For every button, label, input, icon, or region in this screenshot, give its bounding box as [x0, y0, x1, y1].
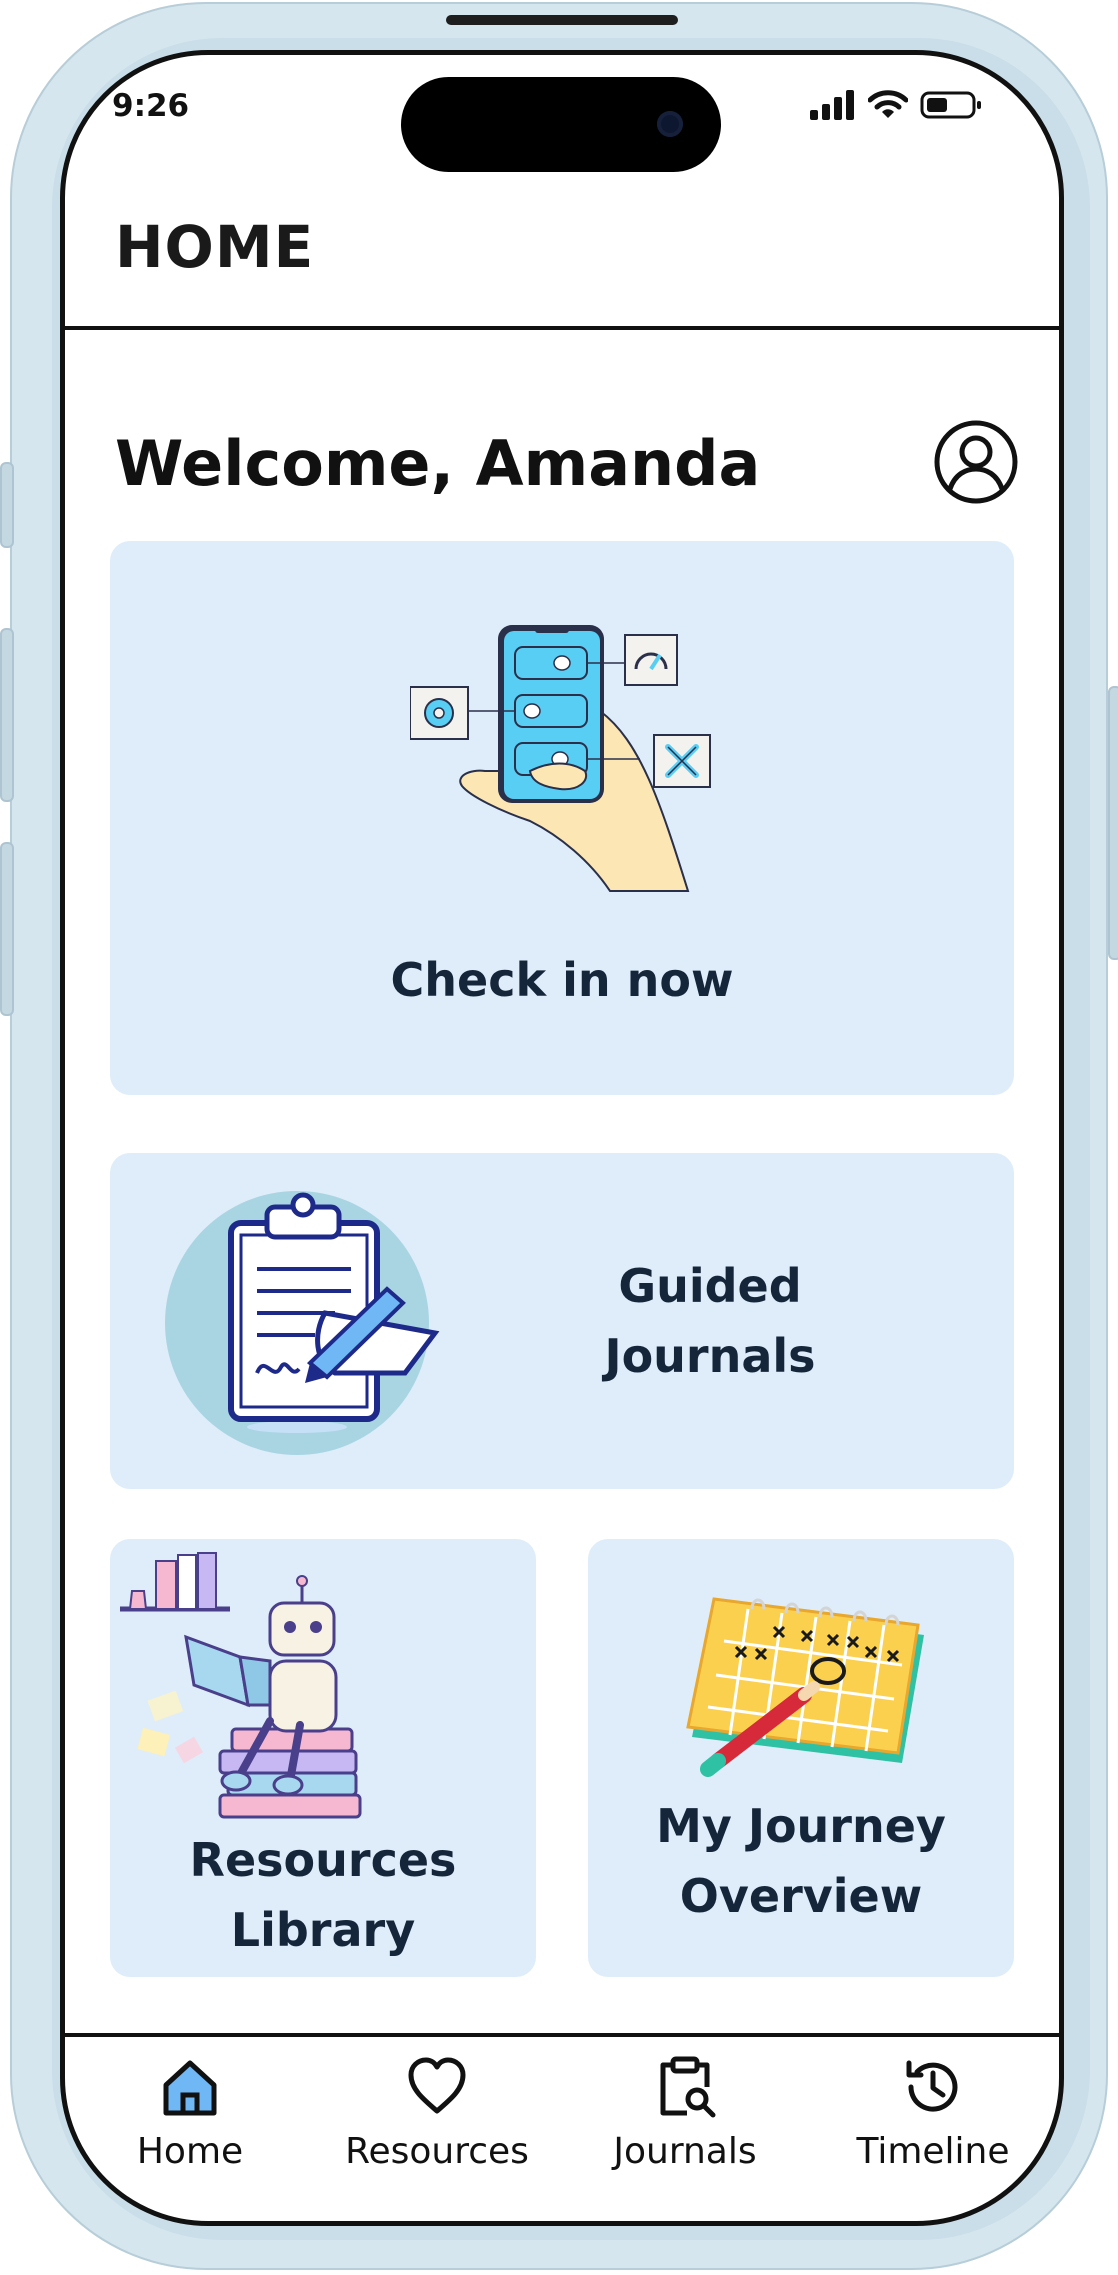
journey-overview-label-line1: My Journey [656, 1799, 946, 1853]
dynamic-island [401, 77, 721, 172]
resources-library-label-line1: Resources [189, 1833, 457, 1887]
resources-library-label: Resources Library [110, 1825, 536, 1965]
nav-label-timeline: Timeline [856, 2131, 1010, 2172]
resources-library-card[interactable]: Resources Library [110, 1539, 536, 1977]
nav-item-resources[interactable]: Resources [317, 2055, 557, 2172]
page-title: HOME [115, 213, 315, 281]
device-power-button [1108, 686, 1118, 960]
clipboard-search-icon [660, 2056, 716, 2118]
guided-journals-label: Guided Journals [560, 1251, 860, 1391]
guided-journals-label-line2: Journals [604, 1329, 816, 1383]
history-icon [906, 2060, 958, 2112]
guided-journals-label-line1: Guided [618, 1259, 802, 1313]
device-volume-down [0, 842, 14, 1016]
nav-label-journals: Journals [613, 2131, 757, 2172]
phone-screen: HOME Welcome, Amanda Check in now Guided… [60, 50, 1064, 2226]
check-in-card[interactable]: Check in now [110, 541, 1014, 1095]
status-time: 9:26 [112, 88, 190, 124]
phone-checkin-illustration [410, 625, 711, 892]
device-speaker [446, 15, 678, 25]
journey-overview-label-line2: Overview [679, 1869, 923, 1923]
journey-overview-card[interactable]: My Journey Overview [588, 1539, 1014, 1977]
nav-item-journals[interactable]: Journals [565, 2055, 805, 2172]
journey-overview-label: My Journey Overview [588, 1791, 1014, 1931]
nav-item-home[interactable]: Home [70, 2055, 310, 2172]
bottom-navigation: Home Resources Journals Timeline [65, 2033, 1059, 2221]
signal-icon [810, 90, 854, 120]
guided-journals-card[interactable]: Guided Journals [110, 1153, 1014, 1489]
resources-library-label-line2: Library [230, 1903, 416, 1957]
battery-icon [920, 91, 981, 119]
heart-icon [408, 2057, 466, 2114]
calendar-illustration [686, 1597, 924, 1777]
clipboard-writing-illustration [165, 1191, 440, 1455]
nav-item-timeline[interactable]: Timeline [813, 2055, 1053, 2172]
camera-icon [657, 111, 683, 137]
wifi-icon [868, 90, 908, 118]
device-mute-switch [0, 462, 14, 548]
welcome-heading: Welcome, Amanda [115, 427, 761, 500]
status-icons [810, 90, 982, 120]
profile-icon[interactable] [933, 419, 1019, 505]
device-volume-up [0, 628, 14, 802]
home-icon [163, 2060, 217, 2116]
check-in-label: Check in now [390, 953, 734, 1007]
robot-reading-illustration [120, 1552, 362, 1819]
nav-label-resources: Resources [345, 2131, 529, 2172]
nav-label-home: Home [136, 2131, 244, 2172]
